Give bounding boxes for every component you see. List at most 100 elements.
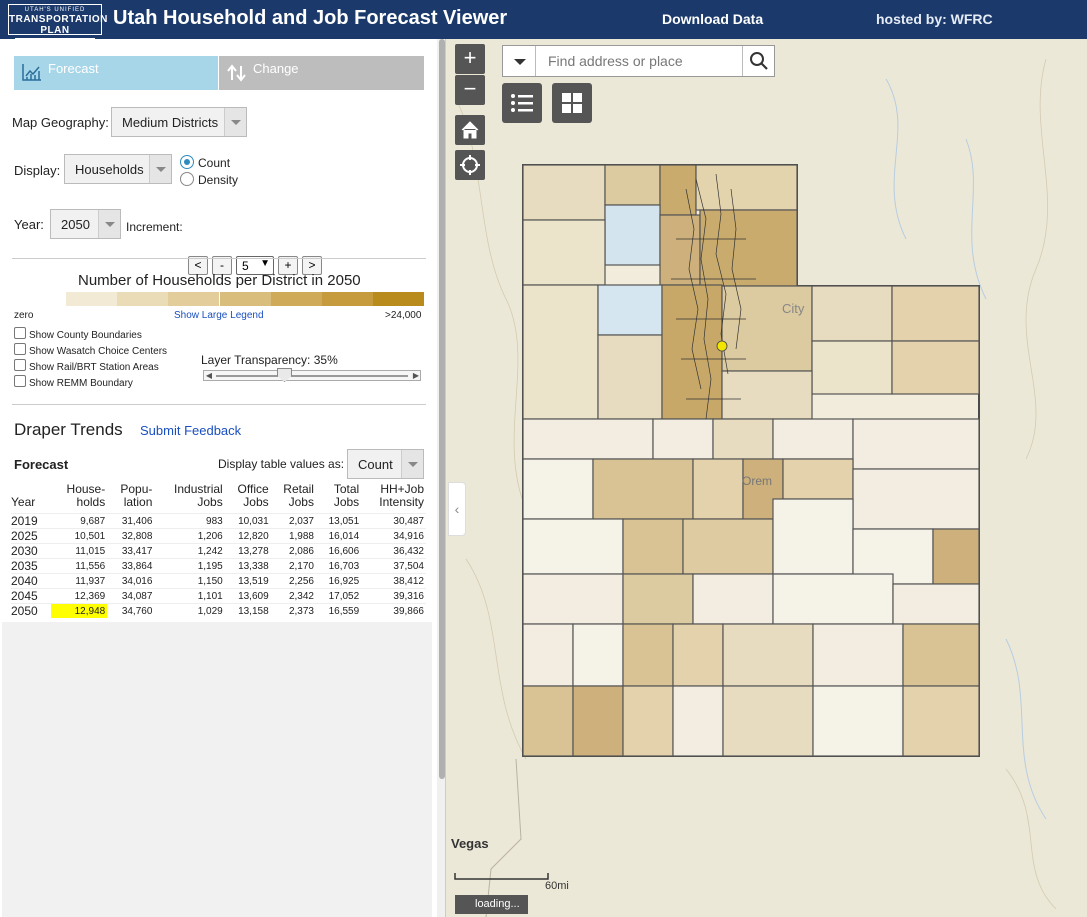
- tab-change-label: Change: [253, 61, 299, 76]
- slider-left-icon[interactable]: ◀: [204, 371, 214, 380]
- table-cell: 12,948: [50, 603, 108, 618]
- table-header-text: Jobs: [197, 495, 223, 509]
- table-cell: 11,015: [50, 543, 108, 559]
- legend-swatch: [168, 292, 220, 306]
- map-city-label-orem: Orem: [742, 474, 772, 488]
- table-cell: 37,504: [361, 558, 426, 574]
- zoom-in-button[interactable]: +: [455, 44, 485, 74]
- radio-count[interactable]: [180, 155, 194, 169]
- zoom-out-button[interactable]: −: [455, 75, 485, 105]
- year-select-value: 2050: [61, 217, 90, 232]
- table-cell: 39,866: [361, 603, 426, 618]
- table-row: 2040 11,937 34,016 1,150 13,519 2,256 16,925 38…: [11, 573, 426, 589]
- legend-swatch: [322, 292, 373, 306]
- geography-label: Map Geography:: [12, 115, 109, 130]
- home-button[interactable]: [455, 115, 485, 145]
- search-source-dropdown[interactable]: [503, 46, 536, 76]
- table-cell: 2,086: [270, 543, 316, 559]
- table-header-text: Jobs: [333, 495, 360, 509]
- chevron-down-icon: ▼: [260, 258, 270, 269]
- table-cell: 34,087: [107, 588, 155, 604]
- draper-selected-marker[interactable]: [716, 340, 728, 352]
- forecast-label: Forecast: [14, 457, 69, 472]
- table-cell: 13,278: [224, 543, 271, 559]
- map-city-label: City: [782, 301, 805, 316]
- slider-right-icon[interactable]: ▶: [411, 371, 421, 380]
- search-button[interactable]: [742, 46, 774, 76]
- map-vegas-label: Vegas: [451, 836, 489, 851]
- loading-indicator: loading...: [455, 895, 528, 914]
- table-header-text: Jobs: [243, 495, 269, 509]
- geography-select-value: Medium Districts: [122, 115, 219, 130]
- table-cell: 17,052: [315, 588, 362, 604]
- remm-boundary-checkbox[interactable]: [14, 375, 26, 387]
- legend-list-button[interactable]: [502, 83, 542, 123]
- utp-logo[interactable]: UTAH'S UNIFIED TRANSPORTATION PLAN: [8, 4, 108, 40]
- map-view[interactable]: City Orem: [446, 39, 1087, 917]
- table-cell: 31,406: [107, 513, 155, 529]
- scale-label: 60mi: [545, 880, 569, 892]
- basemap-gallery-button[interactable]: [552, 83, 592, 123]
- rail-brt-checkbox[interactable]: [14, 359, 26, 371]
- table-cell: 2040: [11, 573, 51, 589]
- increment-select-value: 5: [242, 259, 249, 273]
- table-row: 2030 11,015 33,417 1,242 13,278 2,086 16,606 36…: [11, 543, 426, 559]
- search-widget: [502, 45, 775, 77]
- wasatch-centers-checkbox[interactable]: [14, 343, 26, 355]
- county-boundaries-checkbox[interactable]: [14, 327, 26, 339]
- table-cell: 12,820: [224, 528, 271, 544]
- table-header-text: Intensity: [379, 495, 424, 509]
- download-data-link[interactable]: Download Data: [662, 11, 763, 27]
- table-cell: 16,925: [315, 573, 362, 589]
- table-header-cell: Industrial Jobs: [154, 483, 224, 514]
- submit-feedback-link[interactable]: Submit Feedback: [140, 423, 241, 438]
- table-cell: 983: [154, 513, 225, 529]
- app-header: UTAH'S UNIFIED TRANSPORTATION PLAN Utah …: [0, 0, 1087, 40]
- table-cell: 2,037: [270, 513, 316, 529]
- tab-forecast[interactable]: Forecast: [14, 56, 218, 90]
- hosted-by-link[interactable]: hosted by: WFRC: [876, 11, 993, 27]
- table-cell: 1,206: [154, 528, 225, 544]
- table-cell: 1,101: [154, 588, 225, 604]
- locate-button[interactable]: [455, 150, 485, 180]
- logo-line2: TRANSPORTATION PLAN: [9, 14, 108, 36]
- table-cell: 10,501: [50, 528, 108, 544]
- tab-change[interactable]: Change: [219, 56, 424, 90]
- table-cell: 34,916: [361, 528, 426, 544]
- collapse-panel-button[interactable]: ‹: [448, 482, 466, 536]
- table-header-text: Jobs: [288, 495, 314, 509]
- grid-icon: [562, 93, 582, 113]
- side-scrollbar-thumb[interactable]: [439, 39, 445, 779]
- geography-select[interactable]: Medium Districts: [111, 107, 247, 137]
- table-cell: 10,031: [224, 513, 271, 529]
- radio-density[interactable]: [180, 172, 194, 186]
- divider: [12, 258, 426, 259]
- search-input[interactable]: [537, 46, 743, 76]
- map-canvas[interactable]: City Orem: [446, 39, 1087, 917]
- legend-min-label: zero: [14, 310, 34, 321]
- table-header-row: Year House-holds Popu-lation Industrial Jobs…: [11, 483, 426, 514]
- table-cell: 1,195: [154, 558, 225, 574]
- table-cell: 16,606: [315, 543, 362, 559]
- forecast-table: Year House-holds Popu-lation Industrial Jobs…: [11, 483, 426, 618]
- table-header-cell: HH+Job Intensity: [361, 483, 426, 514]
- transparency-slider[interactable]: [203, 370, 421, 381]
- table-cell: 13,519: [224, 573, 271, 589]
- locate-icon: [460, 155, 480, 175]
- table-cell: 1,242: [154, 543, 225, 559]
- table-cell: 2025: [11, 528, 51, 544]
- table-cell: 39,316: [361, 588, 426, 604]
- table-cell: 16,014: [315, 528, 362, 544]
- year-select[interactable]: 2050: [50, 209, 121, 239]
- display-as-select[interactable]: Count: [347, 449, 424, 479]
- table-cell: 13,051: [315, 513, 362, 529]
- table-cell: 1,029: [154, 603, 225, 618]
- wasatch-centers-label: Show Wasatch Choice Centers: [29, 346, 168, 357]
- table-row: 2025 10,501 32,808 1,206 12,820 1,988 16,014 34…: [11, 528, 426, 544]
- show-large-legend-link[interactable]: Show Large Legend: [174, 310, 264, 321]
- app-title: Utah Household and Job Forecast Viewer: [113, 7, 508, 29]
- table-header-text: lation: [123, 495, 153, 509]
- chevron-down-icon: [98, 210, 120, 238]
- table-header-cell: House-holds: [51, 483, 107, 514]
- display-select[interactable]: Households: [64, 154, 172, 184]
